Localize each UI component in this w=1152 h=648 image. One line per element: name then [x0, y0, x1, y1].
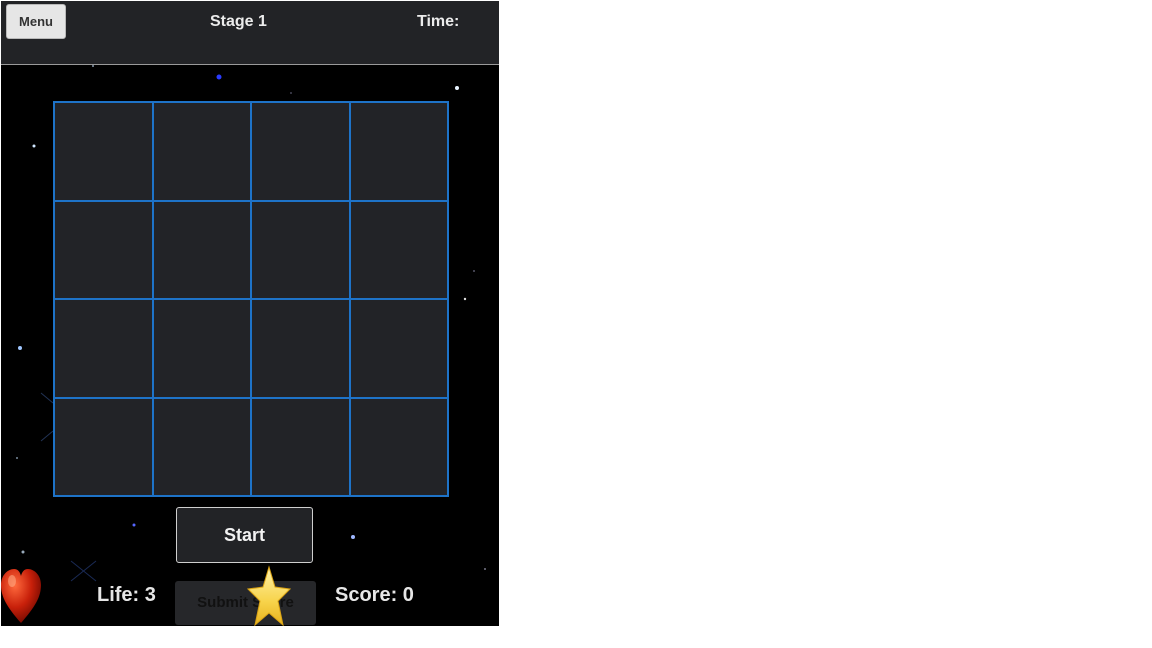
life-counter: Life: 3 [97, 584, 156, 606]
star-icon [247, 565, 291, 626]
start-button[interactable]: Start [176, 507, 313, 563]
grid-cell[interactable] [349, 299, 448, 398]
score-counter: Score: 0 [335, 584, 414, 606]
time-label: Time: [417, 13, 460, 30]
top-bar: Menu Stage 1 Time: [1, 1, 499, 65]
grid-cell[interactable] [54, 200, 153, 299]
grid-cell[interactable] [54, 102, 153, 201]
grid-cell[interactable] [251, 102, 350, 201]
heart-icon [1, 569, 41, 623]
game-grid [53, 101, 449, 497]
submit-score-button[interactable]: Submit Score [175, 581, 316, 625]
grid-cell[interactable] [54, 299, 153, 398]
game-area: Menu Stage 1 Time: Start Submit Score Li… [1, 1, 499, 626]
grid-cell[interactable] [349, 200, 448, 299]
grid-cell[interactable] [152, 299, 251, 398]
grid-cell[interactable] [152, 200, 251, 299]
grid-cell[interactable] [251, 200, 350, 299]
grid-cell[interactable] [54, 397, 153, 496]
grid-cell[interactable] [152, 397, 251, 496]
grid-cell[interactable] [349, 102, 448, 201]
grid-cell[interactable] [251, 397, 350, 496]
menu-button[interactable]: Menu [6, 4, 66, 39]
grid-cell[interactable] [349, 397, 448, 496]
grid-cell[interactable] [251, 299, 350, 398]
grid-cell[interactable] [152, 102, 251, 201]
stage-label: Stage 1 [210, 13, 267, 30]
